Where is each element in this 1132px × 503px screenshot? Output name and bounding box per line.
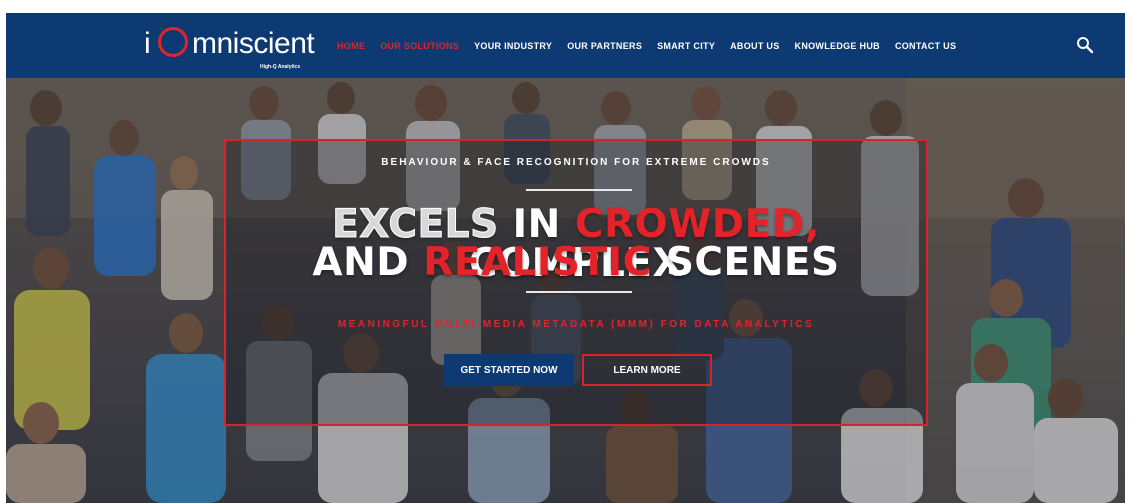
headline-word-and: AND xyxy=(312,240,424,285)
hero-subheadline: MEANINGFUL MULTI-MEDIA METADATA (MMM) FO… xyxy=(337,319,815,330)
logo-tagline: High-Q Analytics xyxy=(260,64,301,70)
headline-word-realistic: REALISTIC xyxy=(423,240,652,285)
hero-content-box: BEHAVIOUR & FACE RECOGNITION FOR EXTREME… xyxy=(224,139,928,426)
nav-about-us[interactable]: ABOUT US xyxy=(730,41,779,51)
search-icon[interactable] xyxy=(1076,36,1094,54)
logo-word: mniscient xyxy=(192,27,315,60)
omniscient-logo[interactable]: i mniscient High-Q Analytics xyxy=(144,21,315,70)
main-menu: HOME OUR SOLUTIONS YOUR INDUSTRY OUR PAR… xyxy=(337,13,956,78)
get-started-button[interactable]: GET STARTED NOW xyxy=(444,354,574,386)
nav-smart-city[interactable]: SMART CITY xyxy=(657,41,715,51)
nav-your-industry[interactable]: YOUR INDUSTRY xyxy=(474,41,552,51)
logo-prefix: i xyxy=(144,27,151,60)
nav-knowledge-hub[interactable]: KNOWLEDGE HUB xyxy=(795,41,880,51)
headline-word-scenes: SCENES xyxy=(651,240,840,285)
hero-eyebrow: BEHAVIOUR & FACE RECOGNITION FOR EXTREME… xyxy=(381,157,771,168)
logo-ring-icon xyxy=(158,27,188,57)
nav-contact-us[interactable]: CONTACT US xyxy=(895,41,956,51)
nav-our-partners[interactable]: OUR PARTNERS xyxy=(567,41,642,51)
learn-more-button[interactable]: LEARN MORE xyxy=(582,354,712,386)
hero-divider-bottom xyxy=(526,291,632,293)
top-navbar: i mniscient High-Q Analytics HOME OUR SO… xyxy=(6,13,1125,78)
hero-headline-line2: AND REALISTIC SCENES xyxy=(226,243,926,282)
hero-divider-top xyxy=(526,189,632,191)
nav-our-solutions[interactable]: OUR SOLUTIONS xyxy=(380,41,459,51)
nav-home[interactable]: HOME xyxy=(337,41,365,51)
hero-banner: BEHAVIOUR & FACE RECOGNITION FOR EXTREME… xyxy=(6,78,1125,503)
